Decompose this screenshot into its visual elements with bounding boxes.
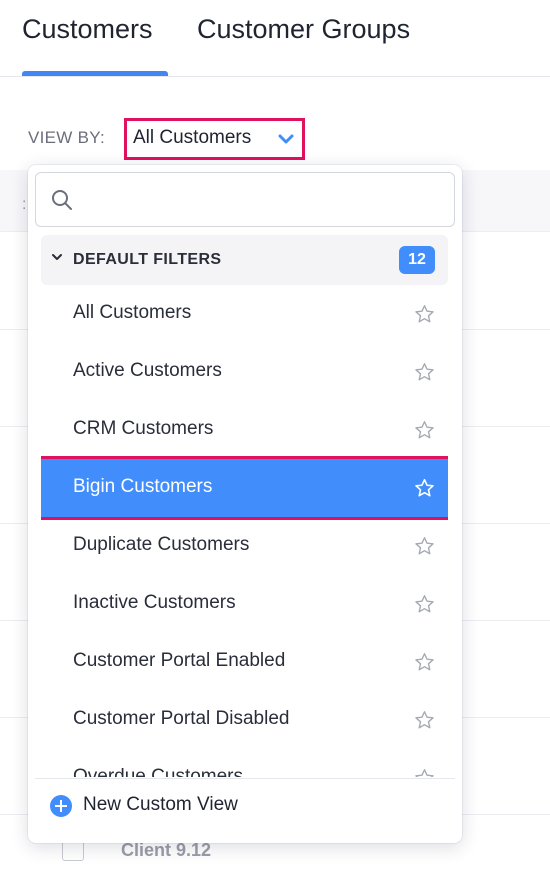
filter-item-label: Customer Portal Enabled xyxy=(73,650,286,671)
filter-item-inactive-customers[interactable]: Inactive Customers xyxy=(41,575,448,633)
view-by-selected-value: All Customers xyxy=(133,127,252,148)
dropdown-divider xyxy=(35,778,455,779)
plus-circle-icon xyxy=(50,795,72,817)
filter-item-duplicate-customers[interactable]: Duplicate Customers xyxy=(41,517,448,575)
group-title: DEFAULT FILTERS xyxy=(73,251,222,268)
view-by-label: VIEW BY: xyxy=(28,128,106,147)
view-dropdown-menu: DEFAULT FILTERS 12 All Customers Active … xyxy=(28,165,462,843)
filter-item-label: All Customers xyxy=(73,302,192,323)
search-box[interactable] xyxy=(35,172,455,227)
star-icon[interactable] xyxy=(414,768,435,777)
filter-item-label: Bigin Customers xyxy=(73,476,213,497)
chevron-down-icon xyxy=(278,134,294,144)
filter-item-label: Active Customers xyxy=(73,360,222,381)
filter-item-all-customers[interactable]: All Customers xyxy=(41,285,448,343)
filter-item-label: Customer Portal Disabled xyxy=(73,708,290,729)
star-icon[interactable] xyxy=(414,478,435,498)
filter-list: All Customers Active Customers CRM Custo… xyxy=(41,285,448,777)
active-tab-indicator xyxy=(22,71,168,76)
star-icon[interactable] xyxy=(414,420,435,440)
view-by-select[interactable]: All Customers xyxy=(124,118,305,160)
search-icon xyxy=(52,190,72,210)
star-icon[interactable] xyxy=(414,594,435,614)
search-input[interactable] xyxy=(86,183,436,217)
group-count-badge: 12 xyxy=(399,246,435,274)
table-row-name[interactable]: Client 9.12 xyxy=(121,840,211,861)
filter-item-customer-portal-disabled[interactable]: Customer Portal Disabled xyxy=(41,691,448,749)
table-header-stub: : xyxy=(22,196,27,213)
tab-bar: Customers Customer Groups xyxy=(0,0,550,77)
filter-item-customer-portal-enabled[interactable]: Customer Portal Enabled xyxy=(41,633,448,691)
default-filters-group[interactable]: DEFAULT FILTERS 12 xyxy=(41,235,448,285)
star-icon[interactable] xyxy=(414,362,435,382)
filter-item-label: Overdue Customers xyxy=(73,766,244,777)
tab-customer-groups[interactable]: Customer Groups xyxy=(197,14,410,45)
filter-item-crm-customers[interactable]: CRM Customers xyxy=(41,401,448,459)
new-custom-view-label: New Custom View xyxy=(83,794,238,815)
filter-item-label: Duplicate Customers xyxy=(73,534,250,555)
filter-item-label: CRM Customers xyxy=(73,418,214,439)
filter-item-bigin-customers[interactable]: Bigin Customers xyxy=(41,456,448,520)
filter-item-overdue-customers[interactable]: Overdue Customers xyxy=(41,749,448,777)
star-icon[interactable] xyxy=(414,710,435,730)
star-icon[interactable] xyxy=(414,304,435,324)
star-icon[interactable] xyxy=(414,536,435,556)
filter-item-label: Inactive Customers xyxy=(73,592,236,613)
chevron-down-icon xyxy=(52,254,62,260)
filter-item-active-customers[interactable]: Active Customers xyxy=(41,343,448,401)
star-icon[interactable] xyxy=(414,652,435,672)
tab-customers[interactable]: Customers xyxy=(22,14,153,45)
